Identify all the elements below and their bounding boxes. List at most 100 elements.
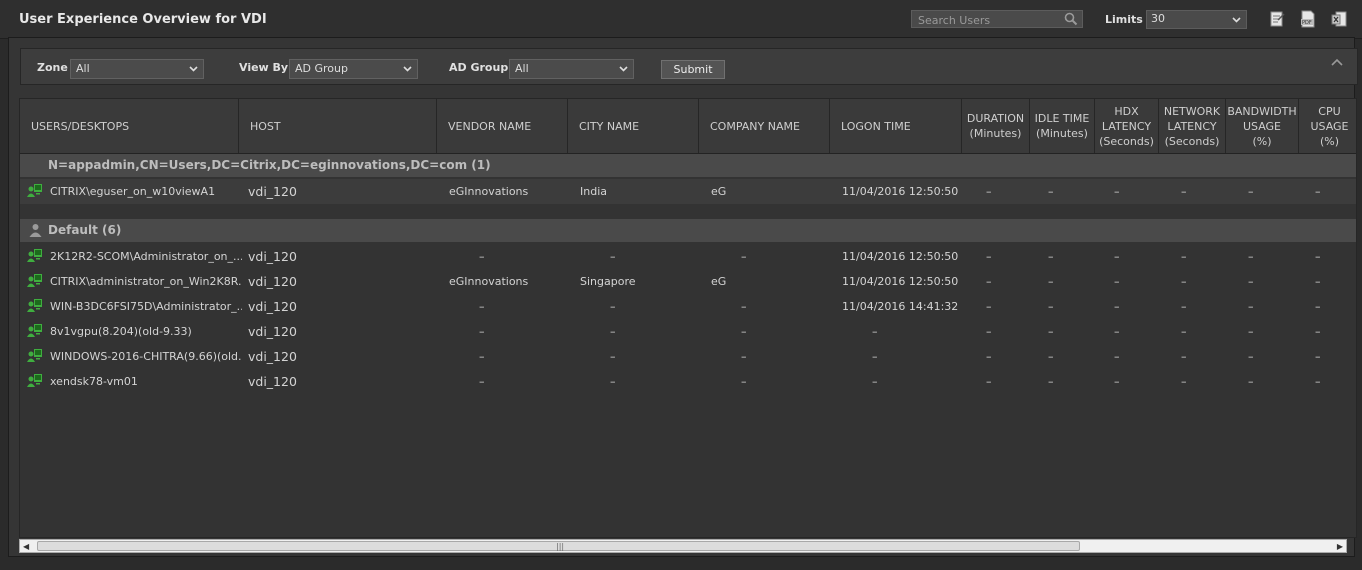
table-row[interactable]: 2K12R2-SCOM\Administrator_on_... vdi_120 –… — [20, 244, 1356, 269]
col-cpu-label: CPU USAGE (%) — [1310, 104, 1349, 148]
table-row[interactable]: CITRIX\administrator_on_Win2K8R... vdi_12… — [20, 269, 1356, 294]
cell-vendor: – — [479, 300, 485, 313]
col-cpu-usage[interactable]: CPU USAGE (%) — [1299, 99, 1356, 153]
col-network-label: NETWORK LATENCY (Seconds) — [1163, 104, 1221, 148]
table-row[interactable]: xendsk78-vm01 vdi_120 – – – – – – – – – – — [20, 369, 1356, 394]
search-icon[interactable] — [1064, 12, 1078, 26]
scroll-grip-icon: ||| — [556, 542, 565, 551]
col-host[interactable]: HOST — [239, 99, 437, 153]
adgroup-select[interactable]: All — [509, 59, 634, 79]
report-icon[interactable] — [1268, 10, 1286, 28]
cell-city: – — [610, 300, 616, 313]
cell-host: vdi_120 — [248, 249, 297, 264]
cell-logon: – — [872, 375, 878, 388]
col-bandwidth-label: BANDWIDTH USAGE (%) — [1227, 104, 1297, 148]
cell-cpu: – — [1315, 350, 1321, 363]
cell-cpu: – — [1315, 375, 1321, 388]
top-bar: User Experience Overview for VDI Limits … — [0, 0, 1362, 39]
cell-duration: – — [986, 350, 992, 363]
cell-company: – — [741, 350, 747, 363]
scroll-left-arrow[interactable]: ◀ — [23, 542, 29, 551]
desktop-user-icon — [27, 249, 42, 262]
col-network-latency[interactable]: NETWORK LATENCY (Seconds) — [1159, 99, 1226, 153]
viewby-label: View By — [239, 61, 289, 74]
col-users[interactable]: USERS/DESKTOPS — [20, 99, 239, 153]
table-row[interactable]: WINDOWS-2016-CHITRA(9.66)(old... vdi_120 –… — [20, 344, 1356, 369]
search-box[interactable] — [911, 10, 1083, 29]
cell-user[interactable]: WIN-B3DC6FSI75D\Administrator_... — [50, 300, 242, 313]
cell-company: eG — [711, 275, 727, 288]
group-header[interactable]: Default (6) — [20, 219, 1356, 242]
cell-user[interactable]: 8v1vgpu(8.204)(old-9.33) — [50, 325, 242, 338]
zone-label: Zone — [37, 61, 68, 74]
cell-user[interactable]: CITRIX\administrator_on_Win2K8R... — [50, 275, 242, 288]
col-company-name[interactable]: COMPANY NAME — [699, 99, 830, 153]
cell-logon: 11/04/2016 14:41:32 — [842, 300, 959, 313]
limits-select[interactable]: 30 — [1146, 10, 1247, 29]
cell-network: – — [1181, 275, 1187, 288]
users-table: USERS/DESKTOPS HOST VENDOR NAME CITY NAM… — [19, 98, 1357, 538]
page-title: User Experience Overview for VDI — [19, 12, 267, 27]
group-header[interactable]: N=appadmin,CN=Users,DC=Citrix,DC=eginnov… — [20, 154, 1356, 177]
cell-company: – — [741, 375, 747, 388]
table-row[interactable]: 8v1vgpu(8.204)(old-9.33) vdi_120 – – – – – – – – –… — [20, 319, 1356, 344]
cell-city: – — [610, 350, 616, 363]
col-duration[interactable]: DURATION (Minutes) — [962, 99, 1030, 153]
cell-user[interactable]: WINDOWS-2016-CHITRA(9.66)(old... — [50, 350, 242, 363]
collapse-icon[interactable] — [1331, 57, 1343, 67]
submit-button[interactable]: Submit — [661, 60, 725, 79]
cell-user[interactable]: xendsk78-vm01 — [50, 375, 242, 388]
cell-hdx: – — [1114, 250, 1120, 263]
cell-bandwidth: – — [1248, 185, 1254, 198]
table-row[interactable]: CITRIX\eguser_on_w10viewA1 vdi_120 eGInn… — [20, 179, 1356, 204]
zone-value: All — [76, 62, 90, 75]
scrollbar-thumb[interactable]: ||| — [37, 541, 1080, 551]
cell-duration: – — [986, 275, 992, 288]
main-panel: Zone All View By AD Group AD Group All S… — [8, 37, 1358, 557]
cell-hdx: – — [1114, 300, 1120, 313]
viewby-select[interactable]: AD Group — [289, 59, 418, 79]
col-hdx-latency[interactable]: HDX LATENCY (Seconds) — [1095, 99, 1159, 153]
cell-host: vdi_120 — [248, 324, 297, 339]
zone-select[interactable]: All — [70, 59, 204, 79]
desktop-user-icon — [27, 274, 42, 287]
cell-host: vdi_120 — [248, 274, 297, 289]
col-idle-time[interactable]: IDLE TIME (Minutes) — [1030, 99, 1095, 153]
cell-network: – — [1181, 250, 1187, 263]
col-vendor-name[interactable]: VENDOR NAME — [437, 99, 568, 153]
cell-hdx: – — [1114, 375, 1120, 388]
scroll-right-arrow[interactable]: ▶ — [1337, 542, 1343, 551]
cell-cpu: – — [1315, 325, 1321, 338]
chevron-down-icon — [189, 66, 198, 72]
col-idle-time-label: IDLE TIME (Minutes) — [1034, 112, 1090, 140]
cell-user[interactable]: CITRIX\eguser_on_w10viewA1 — [50, 185, 235, 198]
cell-idle: – — [1048, 250, 1054, 263]
chevron-down-icon — [403, 66, 412, 72]
search-input[interactable] — [916, 11, 1065, 29]
col-city-name[interactable]: CITY NAME — [568, 99, 699, 153]
cell-user[interactable]: 2K12R2-SCOM\Administrator_on_... — [50, 250, 242, 263]
cell-bandwidth: – — [1248, 325, 1254, 338]
group-name: N=appadmin,CN=Users,DC=Citrix,DC=eginnov… — [48, 158, 491, 172]
col-logon-time[interactable]: LOGON TIME — [830, 99, 962, 153]
cell-hdx: – — [1114, 350, 1120, 363]
col-bandwidth[interactable]: BANDWIDTH USAGE (%) — [1226, 99, 1299, 153]
pdf-icon[interactable]: PDF — [1299, 10, 1317, 28]
cell-logon: – — [872, 350, 878, 363]
cell-hdx: – — [1114, 275, 1120, 288]
horizontal-scrollbar[interactable]: ◀ ||| ▶ — [19, 539, 1347, 553]
cell-host: vdi_120 — [248, 374, 297, 389]
cell-city: Singapore — [580, 275, 636, 288]
cell-city: – — [610, 250, 616, 263]
cell-logon: – — [872, 325, 878, 338]
desktop-user-icon — [27, 374, 42, 387]
excel-icon[interactable] — [1330, 10, 1348, 28]
cell-logon: 11/04/2016 12:50:50 — [842, 275, 959, 288]
table-row[interactable]: WIN-B3DC6FSI75D\Administrator_... vdi_120… — [20, 294, 1356, 319]
cell-idle: – — [1048, 350, 1054, 363]
group-name: Default (6) — [48, 223, 122, 237]
cell-idle: – — [1048, 275, 1054, 288]
cell-cpu: – — [1315, 185, 1321, 198]
cell-vendor: – — [479, 250, 485, 263]
cell-logon: 11/04/2016 12:50:50 — [842, 185, 959, 198]
